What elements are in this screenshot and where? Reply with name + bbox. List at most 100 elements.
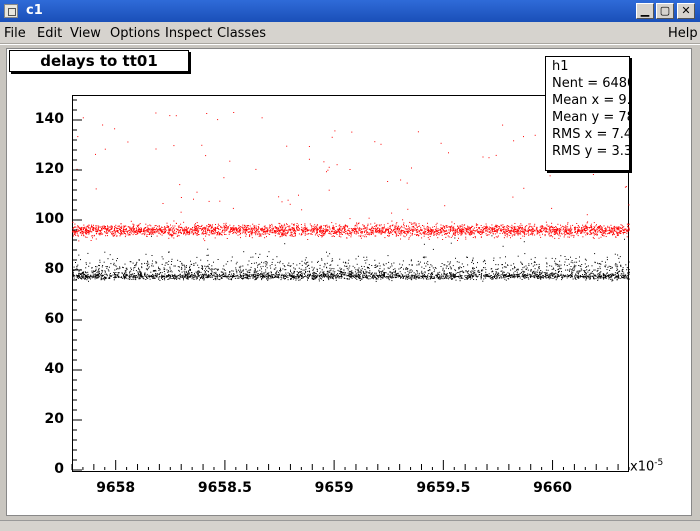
data-point — [421, 230, 423, 232]
data-point — [202, 267, 204, 269]
data-point — [73, 277, 75, 279]
data-point — [572, 234, 574, 236]
outlier-point — [287, 199, 289, 201]
data-point — [583, 232, 585, 234]
data-point — [475, 230, 477, 232]
data-point — [542, 226, 544, 228]
data-point — [491, 224, 493, 226]
data-point — [593, 229, 595, 231]
data-point — [263, 229, 265, 231]
data-point — [92, 270, 94, 272]
data-point — [478, 228, 480, 229]
data-point — [507, 227, 509, 229]
data-point — [499, 275, 501, 277]
data-point — [571, 232, 572, 234]
data-point — [108, 231, 110, 232]
data-point — [158, 227, 160, 229]
data-point — [469, 233, 471, 235]
data-point — [436, 222, 438, 224]
data-point — [612, 234, 614, 235]
data-point — [359, 275, 361, 277]
data-point — [620, 231, 622, 233]
data-point — [249, 234, 251, 236]
data-point — [593, 233, 595, 235]
data-point — [453, 226, 455, 228]
data-point — [504, 226, 505, 228]
data-point — [532, 228, 534, 230]
data-point — [343, 231, 345, 233]
data-point — [260, 228, 262, 230]
data-point — [88, 224, 90, 226]
data-point — [76, 231, 78, 233]
data-point — [330, 269, 332, 271]
data-point — [364, 236, 366, 238]
data-point — [279, 225, 281, 227]
data-point — [126, 231, 128, 233]
data-point — [197, 227, 199, 229]
data-point — [102, 225, 104, 227]
data-point — [318, 234, 320, 236]
data-point — [481, 231, 483, 233]
data-point — [210, 231, 212, 233]
data-point — [312, 268, 314, 270]
data-point — [581, 227, 583, 229]
data-point — [525, 230, 527, 232]
data-point — [406, 228, 408, 230]
data-point — [324, 228, 326, 230]
data-point — [464, 275, 466, 277]
data-point — [303, 231, 305, 233]
data-point — [224, 274, 226, 276]
outlier-point — [286, 145, 288, 147]
data-point — [92, 274, 94, 276]
data-point — [404, 233, 406, 234]
data-point — [609, 233, 611, 235]
data-point — [433, 226, 435, 227]
data-point — [437, 228, 439, 230]
data-point — [317, 234, 319, 236]
data-point — [274, 230, 276, 232]
data-point — [268, 274, 270, 276]
data-point — [628, 227, 630, 229]
data-point — [274, 235, 276, 237]
data-point — [561, 229, 563, 231]
data-point — [448, 236, 450, 238]
data-point — [216, 277, 218, 279]
data-point — [474, 230, 476, 231]
data-point — [92, 228, 94, 230]
data-point — [475, 224, 477, 226]
data-point — [502, 271, 504, 273]
data-point — [415, 230, 417, 232]
data-point — [83, 224, 85, 226]
data-point — [351, 277, 353, 279]
data-point — [369, 270, 371, 272]
data-point — [593, 234, 595, 236]
data-point — [210, 225, 212, 227]
data-point — [270, 231, 272, 233]
data-point — [577, 229, 579, 231]
data-point — [504, 235, 506, 237]
data-point — [283, 223, 285, 225]
data-point — [365, 236, 367, 238]
data-point — [195, 227, 197, 229]
data-point — [268, 251, 270, 253]
data-point — [316, 225, 318, 227]
data-point — [141, 233, 143, 235]
data-point — [255, 262, 257, 264]
data-point — [254, 231, 256, 233]
data-point — [295, 234, 296, 236]
data-point — [588, 227, 590, 228]
data-point — [495, 226, 497, 228]
data-point — [513, 229, 514, 231]
data-point — [92, 276, 94, 278]
data-point — [388, 278, 390, 280]
data-point — [617, 231, 619, 233]
data-point — [363, 266, 365, 268]
data-point — [298, 228, 300, 229]
data-point — [509, 233, 511, 234]
data-point — [120, 223, 122, 225]
data-point — [575, 265, 577, 267]
data-point — [119, 266, 121, 268]
data-point — [281, 226, 283, 228]
data-point — [151, 233, 153, 235]
data-point — [461, 232, 463, 234]
